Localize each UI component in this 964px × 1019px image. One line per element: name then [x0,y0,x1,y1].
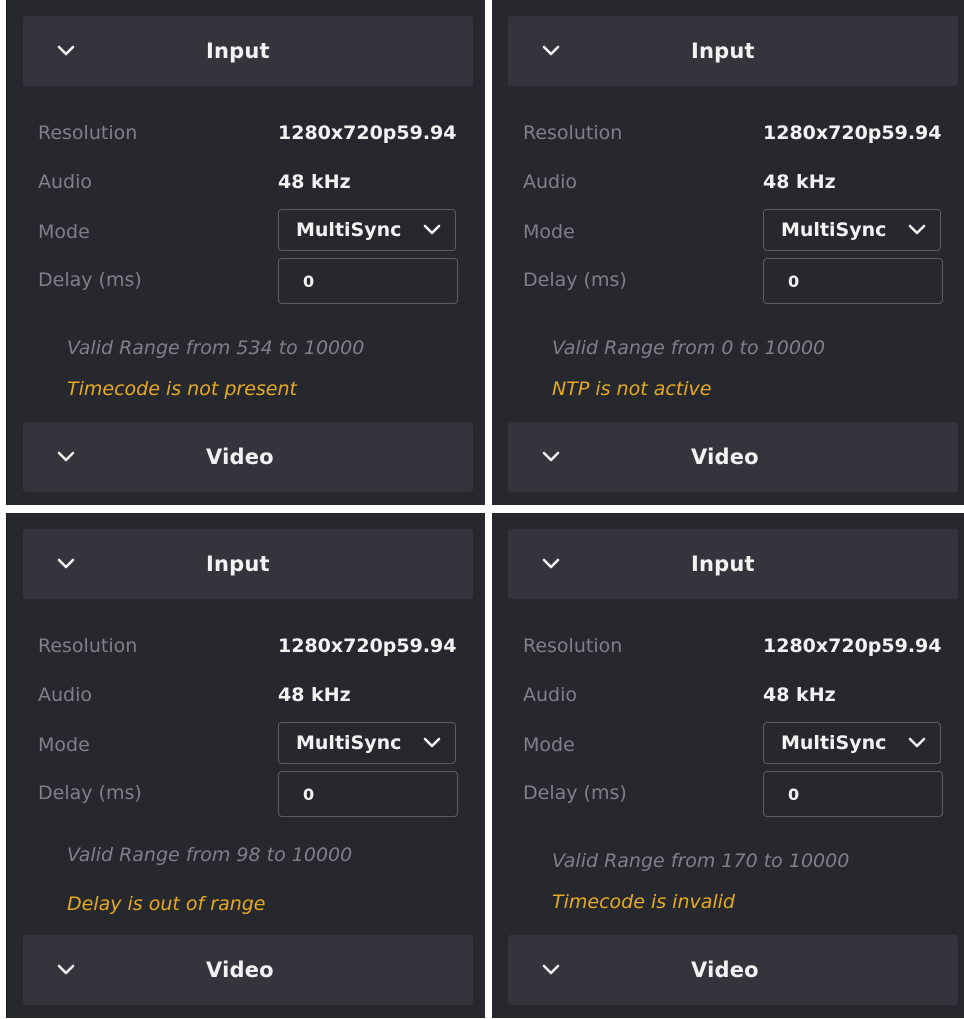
chevron-down-icon [423,224,441,235]
delay-input[interactable] [763,258,943,304]
input-section-title: Input [206,552,270,576]
resolution-value: 1280x720p59.94 [278,122,457,144]
warning-message: Delay is out of range [67,893,266,915]
settings-panel-2: Input Resolution 1280x720p59.94 Audio 48… [492,0,964,505]
chevron-down-icon [542,45,560,56]
mode-select-value: MultiSync [296,732,402,754]
resolution-value: 1280x720p59.94 [763,635,942,657]
mode-select[interactable]: MultiSync [278,722,456,764]
video-section-header[interactable]: Video [508,935,958,1005]
mode-label: Mode [523,221,575,243]
warning-message: NTP is not active [552,378,712,400]
audio-label: Audio [523,171,578,193]
mode-select-value: MultiSync [781,732,887,754]
delay-label: Delay (ms) [38,782,142,804]
resolution-label: Resolution [38,122,138,144]
mode-select-value: MultiSync [296,219,402,241]
audio-label: Audio [38,171,93,193]
mode-select-value: MultiSync [781,219,887,241]
valid-range-note: Valid Range from 98 to 10000 [67,844,353,866]
mode-select[interactable]: MultiSync [763,722,941,764]
settings-panel-1: Input Resolution 1280x720p59.94 Audio 48… [6,0,485,505]
settings-panel-3: Input Resolution 1280x720p59.94 Audio 48… [6,513,485,1018]
mode-label: Mode [523,734,575,756]
delay-label: Delay (ms) [523,269,627,291]
mode-select[interactable]: MultiSync [278,209,456,251]
video-section-title: Video [206,445,274,469]
warning-message: Timecode is invalid [552,891,735,913]
audio-value: 48 kHz [763,684,836,706]
chevron-down-icon [57,451,75,462]
input-section-header[interactable]: Input [23,529,473,599]
chevron-down-icon [908,737,926,748]
audio-value: 48 kHz [278,684,351,706]
chevron-down-icon [423,737,441,748]
input-section-header[interactable]: Input [508,529,958,599]
chevron-down-icon [57,45,75,56]
resolution-label: Resolution [523,122,623,144]
audio-label: Audio [523,684,578,706]
input-section-header[interactable]: Input [23,16,473,86]
valid-range-note: Valid Range from 534 to 10000 [67,337,365,359]
valid-range-note: Valid Range from 170 to 10000 [552,850,850,872]
resolution-label: Resolution [523,635,623,657]
warning-message: Timecode is not present [67,378,297,400]
delay-input[interactable] [278,771,458,817]
input-section-title: Input [691,552,755,576]
chevron-down-icon [542,451,560,462]
mode-label: Mode [38,734,90,756]
audio-value: 48 kHz [763,171,836,193]
video-section-title: Video [206,958,274,982]
chevron-down-icon [542,558,560,569]
delay-label: Delay (ms) [523,782,627,804]
video-section-header[interactable]: Video [508,422,958,492]
settings-panel-4: Input Resolution 1280x720p59.94 Audio 48… [492,513,964,1018]
mode-select[interactable]: MultiSync [763,209,941,251]
chevron-down-icon [57,558,75,569]
input-section-header[interactable]: Input [508,16,958,86]
delay-label: Delay (ms) [38,269,142,291]
resolution-value: 1280x720p59.94 [278,635,457,657]
chevron-down-icon [57,964,75,975]
resolution-label: Resolution [38,635,138,657]
video-section-title: Video [691,445,759,469]
video-section-header[interactable]: Video [23,935,473,1005]
input-section-title: Input [691,39,755,63]
delay-input[interactable] [763,771,943,817]
audio-value: 48 kHz [278,171,351,193]
chevron-down-icon [542,964,560,975]
chevron-down-icon [908,224,926,235]
video-section-title: Video [691,958,759,982]
input-section-title: Input [206,39,270,63]
mode-label: Mode [38,221,90,243]
video-section-header[interactable]: Video [23,422,473,492]
audio-label: Audio [38,684,93,706]
resolution-value: 1280x720p59.94 [763,122,942,144]
valid-range-note: Valid Range from 0 to 10000 [552,337,826,359]
delay-input[interactable] [278,258,458,304]
